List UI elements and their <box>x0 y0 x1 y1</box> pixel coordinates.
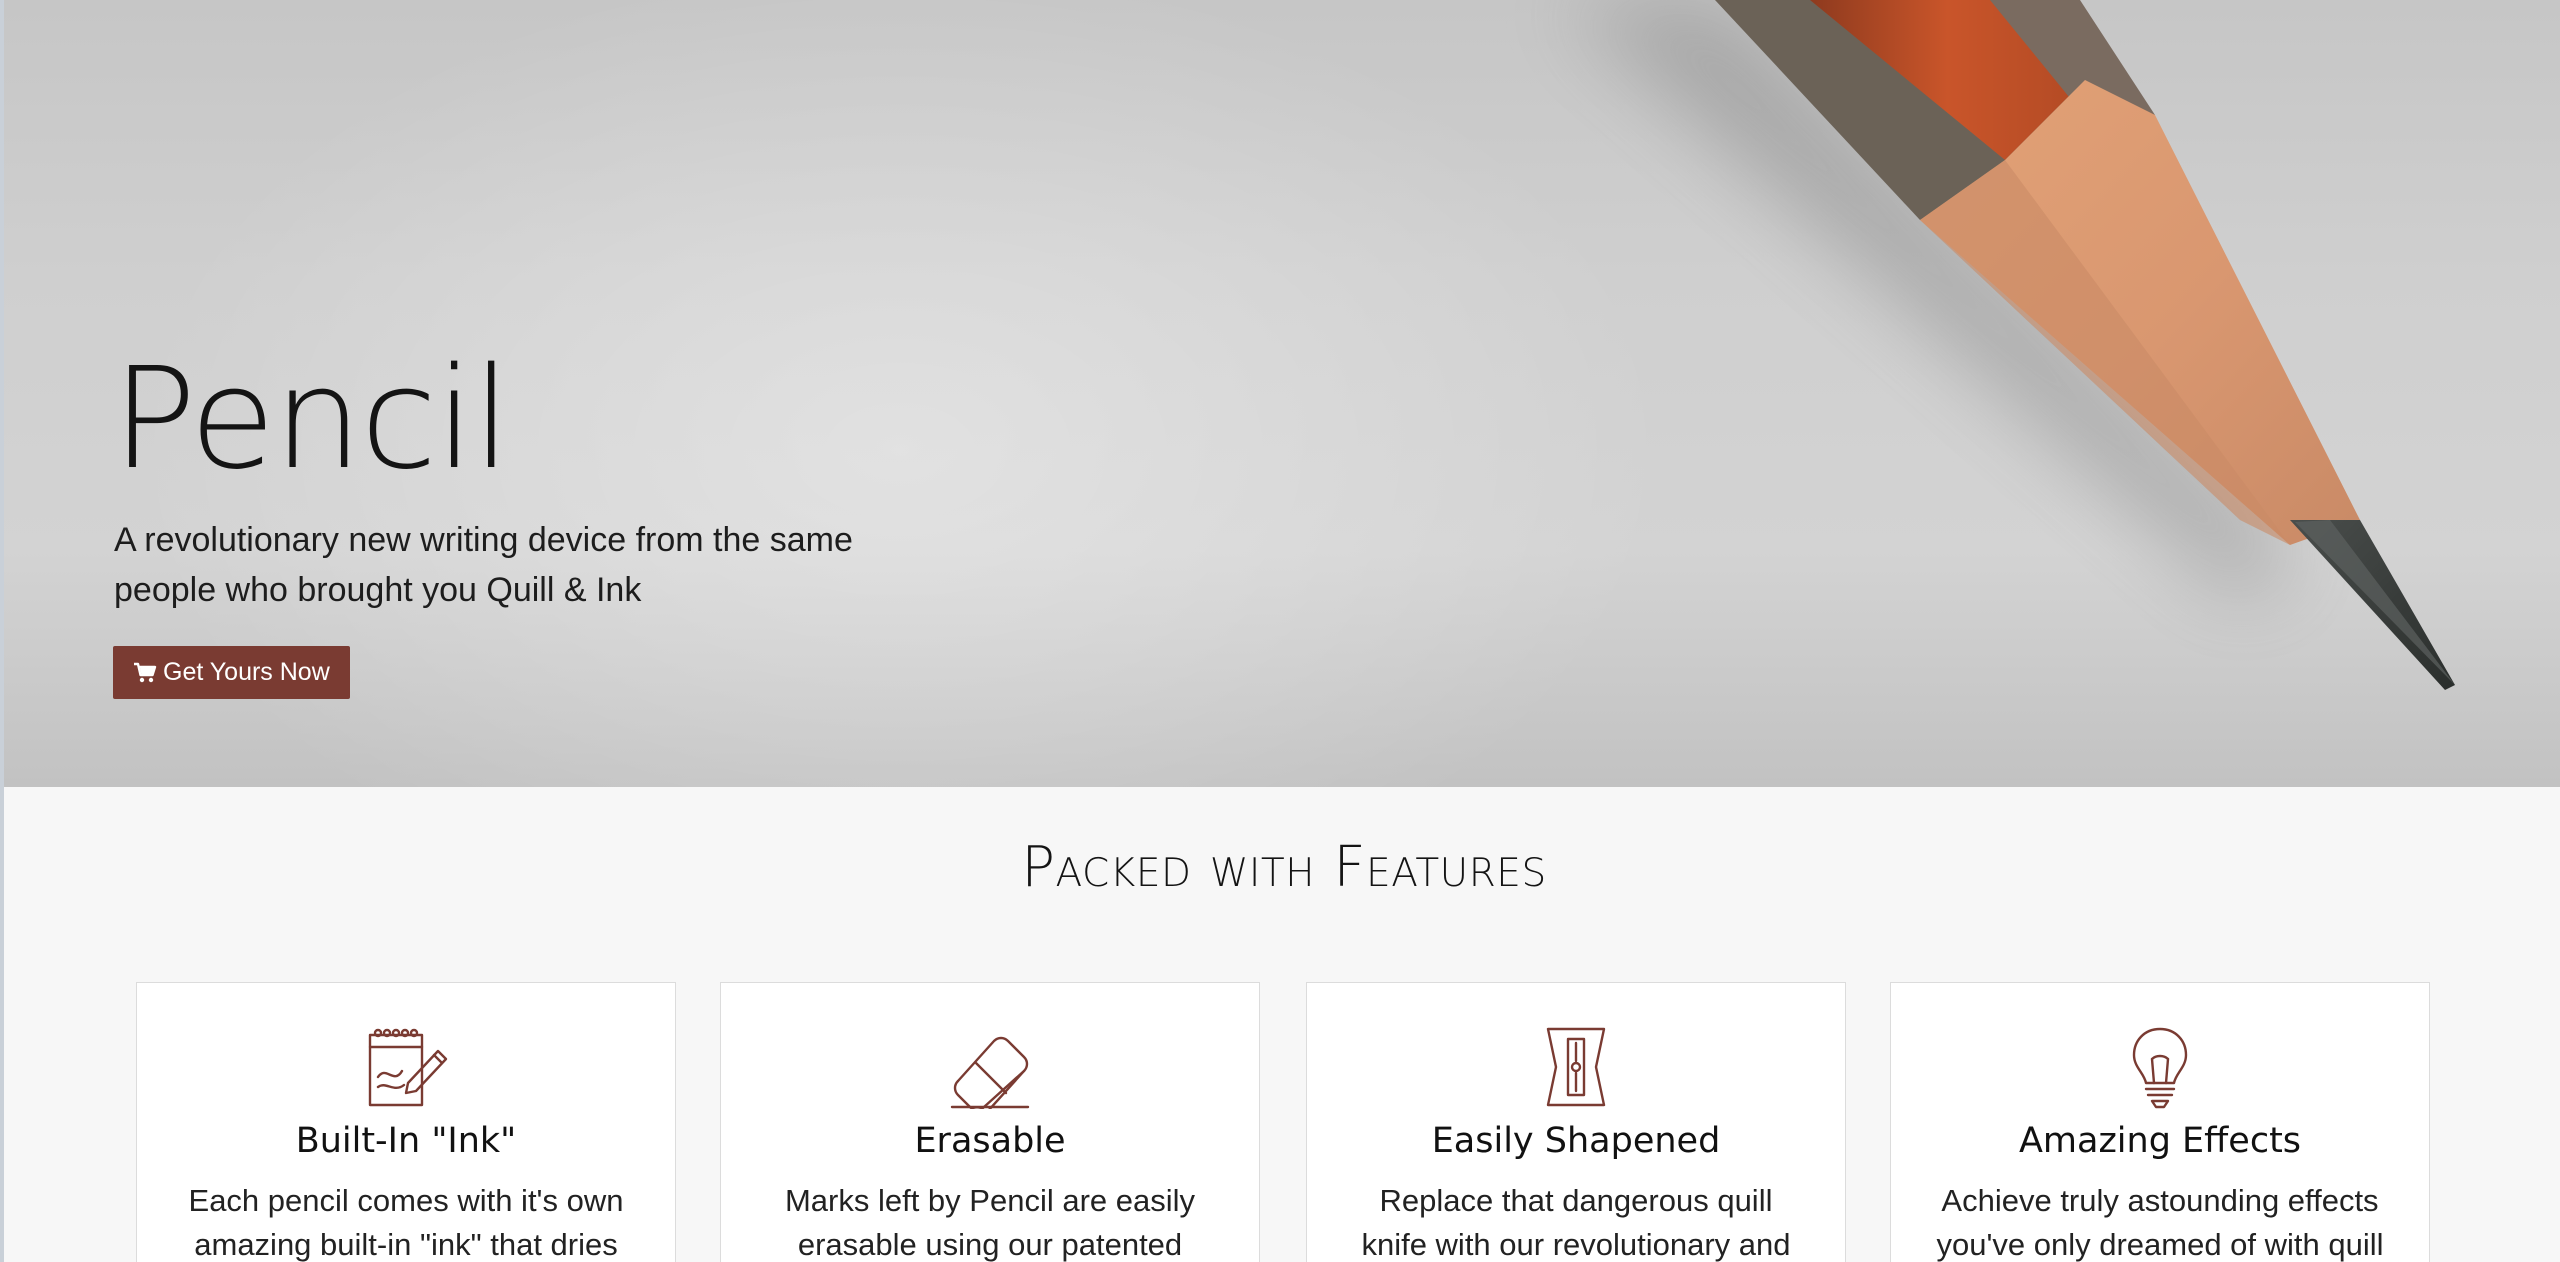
lightbulb-icon <box>2132 1027 2188 1109</box>
feature-description: Achieve truly astounding effects you've … <box>1936 1183 2384 1262</box>
eraser-icon <box>950 1036 1030 1109</box>
feature-description: Marks left by Pencil are easily erasable… <box>784 1183 1196 1262</box>
shopping-cart-icon <box>133 662 157 684</box>
feature-title: Amazing Effects <box>2018 1121 2302 1161</box>
feature-title: Erasable <box>914 1121 1066 1161</box>
feature-card-amazing-effects: Amazing Effects Achieve truly astounding… <box>1890 982 2430 1262</box>
hero-section: Pencil A revolutionary new writing devic… <box>0 0 2560 787</box>
feature-title: Built-In "Ink" <box>295 1121 517 1161</box>
notepad-pencil-icon <box>368 1028 448 1107</box>
feature-description: Each pencil comes with it's own amazing … <box>188 1183 624 1262</box>
features-heading: Packed with Features <box>1021 835 1547 900</box>
feature-card-erasable: Erasable Marks left by Pencil are easily… <box>720 982 1260 1262</box>
sharpener-icon <box>1546 1027 1606 1107</box>
hero-title: Pencil <box>112 338 511 501</box>
get-yours-now-button[interactable]: Get Yours Now <box>113 646 350 699</box>
feature-description: Replace that dangerous quill knife with … <box>1361 1183 1791 1262</box>
feature-title: Easily Shapened <box>1431 1121 1721 1161</box>
window-edge <box>0 0 4 1262</box>
feature-card-easily-shapened: Easily Shapened Replace that dangerous q… <box>1306 982 1846 1262</box>
hero-tagline: A revolutionary new writing device from … <box>114 521 853 609</box>
feature-card-built-in-ink: Built-In "Ink" Each pencil comes with it… <box>136 982 676 1262</box>
get-yours-now-label: Get Yours Now <box>163 658 330 686</box>
